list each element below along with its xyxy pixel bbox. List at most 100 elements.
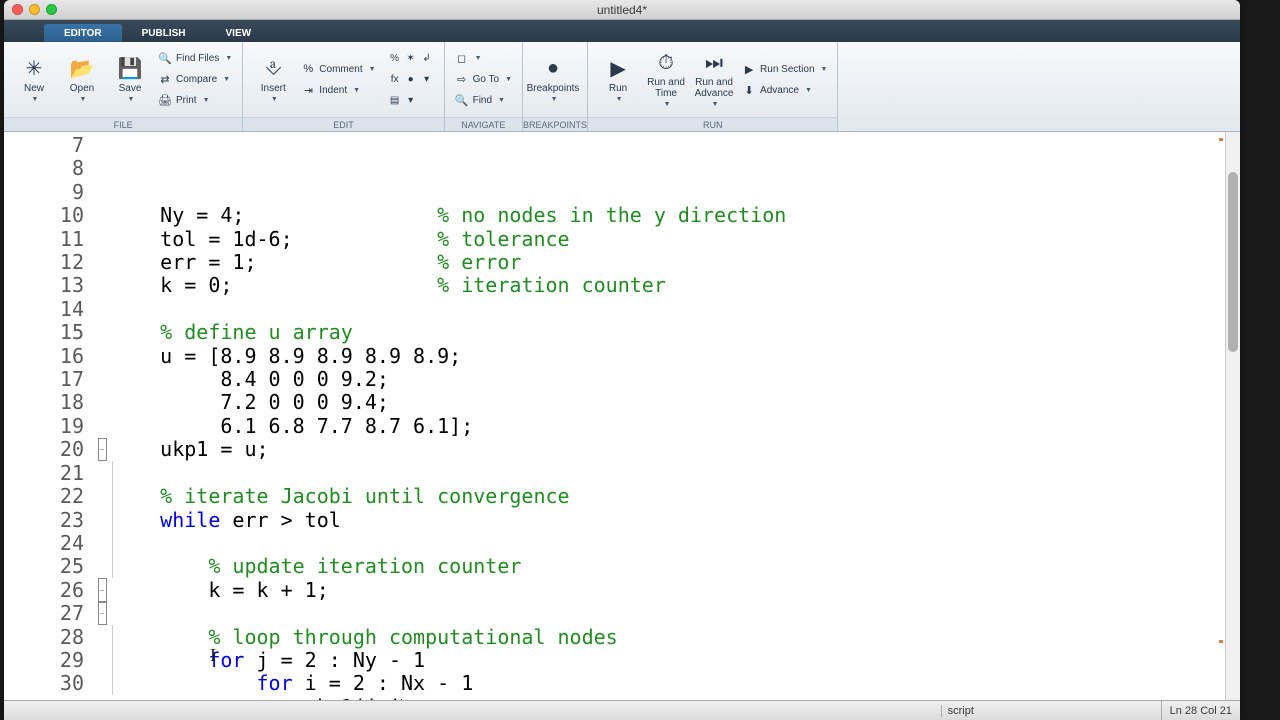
code-line[interactable]: ukp1 = u; <box>112 438 1240 461</box>
chevron-down-icon: ▼ <box>369 66 376 73</box>
fold-cell[interactable]: − <box>92 438 112 461</box>
nav-top[interactable]: ◻▼ <box>451 49 516 69</box>
code-line[interactable]: 7.2 0 0 0 9.4; <box>112 391 1240 414</box>
run-time-button[interactable]: ⏱Run and Time▼ <box>642 46 690 114</box>
editor[interactable]: 7891011121314151617181920212223242526272… <box>4 132 1240 700</box>
line-number: 12 <box>4 251 84 274</box>
code-line[interactable]: for j = 2 : Ny - 1 <box>112 649 1240 672</box>
advance-button[interactable]: ⬇Advance▼ <box>738 80 831 100</box>
fold-cell[interactable] <box>92 157 112 180</box>
code-line[interactable]: k = k + 1; <box>112 579 1240 602</box>
fold-cell[interactable] <box>92 625 112 648</box>
comment-icon: % <box>301 63 315 75</box>
fold-cell[interactable] <box>92 134 112 157</box>
run-section-button[interactable]: ▶Run Section▼ <box>738 59 831 79</box>
run-advance-button[interactable]: ⏭Run and Advance▼ <box>690 46 738 114</box>
new-label: New <box>24 83 44 94</box>
fold-cell[interactable] <box>92 555 112 578</box>
close-icon[interactable] <box>12 4 23 15</box>
chevron-down-icon: ▼ <box>80 96 87 103</box>
compare-button[interactable]: ⇄Compare▼ <box>154 70 236 90</box>
code-line[interactable]: ukp1(j,i <box>112 696 1240 700</box>
code-line[interactable]: 6.1 6.8 7.7 8.7 6.1]; <box>112 415 1240 438</box>
code-line[interactable]: for i = 2 : Nx - 1 <box>112 672 1240 695</box>
breakpoints-icon: ● <box>541 57 565 81</box>
fold-cell[interactable] <box>92 298 112 321</box>
code-line[interactable]: % update iteration counter <box>112 555 1240 578</box>
fold-cell[interactable] <box>92 251 112 274</box>
fold-cell[interactable] <box>92 228 112 251</box>
tab-publish[interactable]: PUBLISH <box>122 24 206 42</box>
fold-toggle[interactable]: − <box>98 602 107 625</box>
fold-cell[interactable]: − <box>92 578 112 601</box>
goto-icon: ⇨ <box>455 73 469 86</box>
fold-cell[interactable] <box>92 532 112 555</box>
line-number: 29 <box>4 649 84 672</box>
code-line[interactable]: % iterate Jacobi until convergence <box>112 485 1240 508</box>
tab-view[interactable]: VIEW <box>206 24 272 42</box>
code-area[interactable]: I Ny = 4; % no nodes in the y direction … <box>112 132 1240 700</box>
fold-cell[interactable] <box>92 485 112 508</box>
find-label: Find <box>473 95 492 106</box>
code-line[interactable]: % loop through computational nodes <box>112 626 1240 649</box>
code-line[interactable]: tol = 1d-6; % tolerance <box>112 228 1240 251</box>
code-line[interactable]: Ny = 4; % no nodes in the y direction <box>112 204 1240 227</box>
code-line[interactable] <box>112 462 1240 485</box>
run-button[interactable]: ▶Run▼ <box>594 46 642 114</box>
line-number: 10 <box>4 204 84 227</box>
comment-button[interactable]: %Comment▼ <box>297 59 379 79</box>
fold-cell[interactable] <box>92 368 112 391</box>
code-line[interactable]: while err > tol <box>112 509 1240 532</box>
fold-toggle[interactable]: − <box>98 438 107 461</box>
run-advance-icon: ⏭ <box>702 51 726 75</box>
fold-toggle[interactable]: − <box>98 578 107 601</box>
line-number: 20 <box>4 438 84 461</box>
fold-cell[interactable] <box>92 321 112 344</box>
fold-cell[interactable] <box>92 204 112 227</box>
code-line[interactable]: err = 1; % error <box>112 251 1240 274</box>
chevron-down-icon: ▼ <box>271 96 278 103</box>
code-line[interactable]: 8.4 0 0 0 9.2; <box>112 368 1240 391</box>
run-section-label: Run Section <box>760 64 814 75</box>
scrollbar-thumb[interactable] <box>1228 172 1238 352</box>
chevron-down-icon: ▼ <box>32 96 39 103</box>
edit-tool[interactable]: fx●▾ <box>384 70 438 90</box>
fold-cell[interactable] <box>92 391 112 414</box>
edit-tool[interactable]: ▤▾ <box>384 91 438 111</box>
fold-cell[interactable] <box>92 274 112 297</box>
edit-tool[interactable]: %✶↲ <box>384 49 438 69</box>
code-line[interactable] <box>112 298 1240 321</box>
code-line[interactable]: k = 0; % iteration counter <box>112 274 1240 297</box>
print-button[interactable]: 🖨Print▼ <box>154 91 236 111</box>
code-line[interactable] <box>112 532 1240 555</box>
open-button[interactable]: 📂Open▼ <box>58 46 106 114</box>
code-line[interactable] <box>112 602 1240 625</box>
fold-column[interactable]: −−− <box>92 132 112 700</box>
save-button[interactable]: 💾Save▼ <box>106 46 154 114</box>
indent-label: Indent <box>319 85 347 96</box>
run-icon: ▶ <box>606 57 630 81</box>
code-line[interactable]: % define u array <box>112 321 1240 344</box>
fold-cell[interactable]: − <box>92 602 112 625</box>
fold-cell[interactable] <box>92 649 112 672</box>
goto-button[interactable]: ⇨Go To▼ <box>451 70 516 90</box>
minimize-icon[interactable] <box>29 4 40 15</box>
fold-cell[interactable] <box>92 181 112 204</box>
find-files-button[interactable]: 🔍Find Files▼ <box>154 49 236 69</box>
zoom-icon[interactable] <box>46 4 57 15</box>
indent-button[interactable]: ⇥Indent▼ <box>297 80 379 100</box>
fold-cell[interactable] <box>92 415 112 438</box>
fold-cell[interactable] <box>92 345 112 368</box>
fold-cell[interactable] <box>92 672 112 695</box>
fold-cell[interactable] <box>92 508 112 531</box>
vertical-scrollbar[interactable] <box>1225 132 1240 700</box>
find-button[interactable]: 🔍Find▼ <box>451 91 516 111</box>
tab-editor[interactable]: EDITOR <box>44 24 122 42</box>
breakpoints-button[interactable]: ●Breakpoints▼ <box>529 46 577 114</box>
group-label: EDIT <box>243 117 443 131</box>
new-button[interactable]: ✳New▼ <box>10 46 58 114</box>
code-line[interactable]: u = [8.9 8.9 8.9 8.9 8.9; <box>112 345 1240 368</box>
chevron-down-icon: ▼ <box>805 87 812 94</box>
insert-button[interactable]: ⎀Insert▼ <box>249 46 297 114</box>
fold-cell[interactable] <box>92 461 112 484</box>
